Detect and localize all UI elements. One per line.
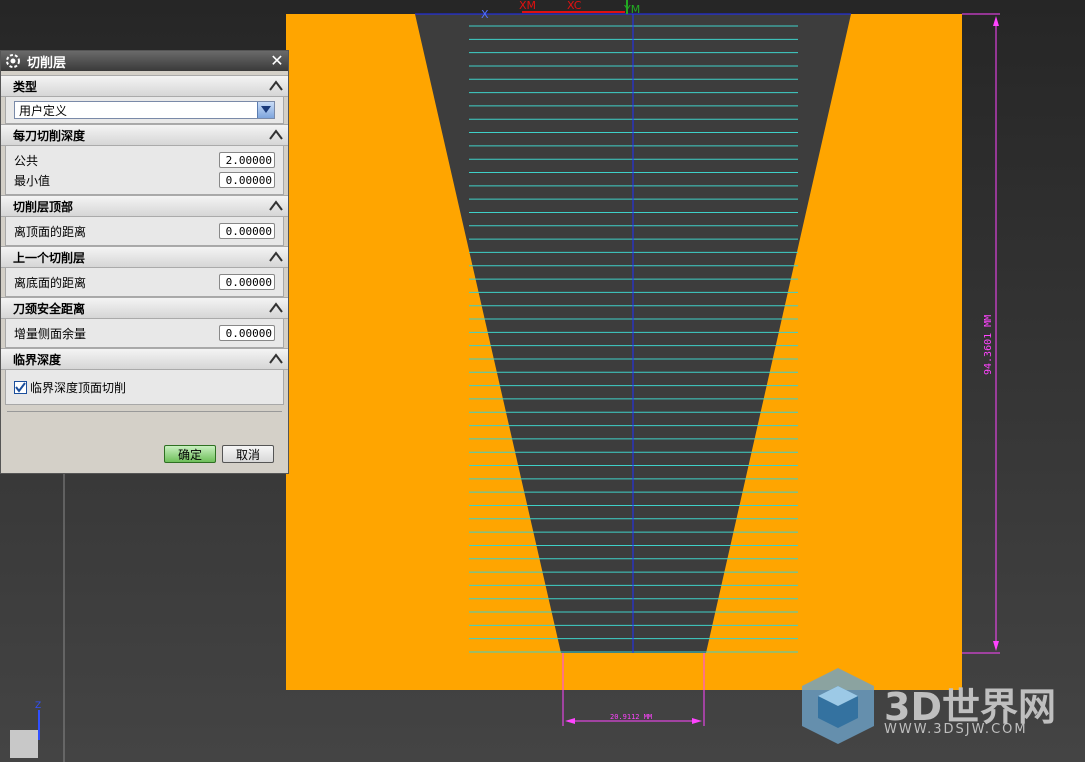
distance-from-top-input[interactable] bbox=[219, 223, 275, 239]
watermark-logo-icon bbox=[802, 668, 874, 744]
section-body-top-of-levels: 离顶面的距离 bbox=[5, 217, 284, 246]
common-depth-input[interactable] bbox=[219, 152, 275, 168]
chevron-up-icon[interactable] bbox=[268, 250, 284, 264]
dialog-buttons: 确定 取消 bbox=[1, 445, 288, 463]
section-header-tool-neck[interactable]: 刀颈安全距离 bbox=[1, 297, 288, 319]
footer-divider bbox=[7, 411, 282, 412]
cut-levels-dialog: 切削层 ✕ 类型 用户定义 每刀切削深度 公共 最小值 切削层顶部 bbox=[0, 50, 289, 474]
triad-cube bbox=[10, 730, 38, 758]
axis-label-ym: YM bbox=[623, 3, 640, 16]
side-stock-label: 增量侧面余量 bbox=[14, 326, 87, 341]
distance-from-top-row: 离顶面的距离 bbox=[6, 221, 283, 241]
section-header-depth-per-cut[interactable]: 每刀切削深度 bbox=[1, 124, 288, 146]
section-body-depth-per-cut: 公共 最小值 bbox=[5, 146, 284, 195]
vertical-dimension[interactable]: 94.3601 MM bbox=[962, 13, 1000, 654]
section-body-last-level: 离底面的距离 bbox=[5, 268, 284, 297]
watermark-url: WWW.3DSJW.COM bbox=[884, 722, 1028, 737]
section-header-last-level[interactable]: 上一个切削层 bbox=[1, 246, 288, 268]
section-title-critical-depth: 临界深度 bbox=[13, 352, 62, 367]
side-stock-row: 增量侧面余量 bbox=[6, 323, 283, 343]
type-select-value: 用户定义 bbox=[19, 103, 68, 118]
checkmark-icon bbox=[15, 381, 26, 393]
distance-from-top-label: 离顶面的距离 bbox=[14, 224, 87, 239]
section-title-depth-per-cut: 每刀切削深度 bbox=[13, 128, 86, 143]
chevron-up-icon[interactable] bbox=[268, 128, 284, 142]
ok-button[interactable]: 确定 bbox=[164, 445, 216, 463]
distance-from-bottom-row: 离底面的距离 bbox=[6, 272, 283, 292]
section-header-top-of-levels[interactable]: 切削层顶部 bbox=[1, 195, 288, 217]
side-stock-input[interactable] bbox=[219, 325, 275, 341]
distance-from-bottom-label: 离底面的距离 bbox=[14, 275, 87, 290]
section-body-critical-depth: 临界深度顶面切削 bbox=[5, 370, 284, 405]
axis-label-xm: XM bbox=[519, 0, 536, 12]
dialog-titlebar[interactable]: 切削层 ✕ bbox=[1, 51, 288, 71]
dropdown-arrow-icon[interactable] bbox=[257, 102, 274, 118]
common-depth-label: 公共 bbox=[14, 153, 39, 168]
gear-icon bbox=[6, 54, 20, 68]
section-header-critical-depth[interactable]: 临界深度 bbox=[1, 348, 288, 370]
critical-depth-checkbox-label: 临界深度顶面切削 bbox=[30, 380, 127, 395]
critical-depth-checkbox-row[interactable]: 临界深度顶面切削 bbox=[6, 376, 283, 398]
section-title-top-of-levels: 切削层顶部 bbox=[13, 199, 74, 214]
min-depth-label: 最小值 bbox=[14, 173, 51, 188]
axis-label-x: X bbox=[481, 8, 489, 21]
section-title-type: 类型 bbox=[13, 79, 38, 94]
min-depth-row: 最小值 bbox=[6, 170, 283, 190]
chevron-up-icon[interactable] bbox=[268, 79, 284, 93]
section-header-type[interactable]: 类型 bbox=[1, 75, 288, 97]
dimension-vertical-text: 94.3601 MM bbox=[983, 315, 994, 375]
triad-z-label: Z bbox=[35, 701, 41, 711]
dialog-title: 切削层 bbox=[27, 55, 67, 71]
chevron-up-icon[interactable] bbox=[268, 199, 284, 213]
chevron-up-icon[interactable] bbox=[268, 301, 284, 315]
close-icon[interactable]: ✕ bbox=[269, 53, 285, 69]
section-body-tool-neck: 增量侧面余量 bbox=[5, 319, 284, 348]
min-depth-input[interactable] bbox=[219, 172, 275, 188]
common-depth-row: 公共 bbox=[6, 150, 283, 170]
section-body-type: 用户定义 bbox=[5, 97, 284, 124]
axis-label-xc: XC bbox=[567, 0, 582, 12]
chevron-up-icon[interactable] bbox=[268, 352, 284, 366]
section-title-last-level: 上一个切削层 bbox=[13, 250, 86, 265]
type-select[interactable]: 用户定义 bbox=[14, 101, 275, 119]
critical-depth-checkbox[interactable] bbox=[14, 380, 27, 394]
cancel-button[interactable]: 取消 bbox=[222, 445, 274, 463]
dimension-horizontal-text: 20.9112 MM bbox=[610, 713, 652, 721]
section-title-tool-neck: 刀颈安全距离 bbox=[13, 301, 86, 316]
distance-from-bottom-input[interactable] bbox=[219, 274, 275, 290]
